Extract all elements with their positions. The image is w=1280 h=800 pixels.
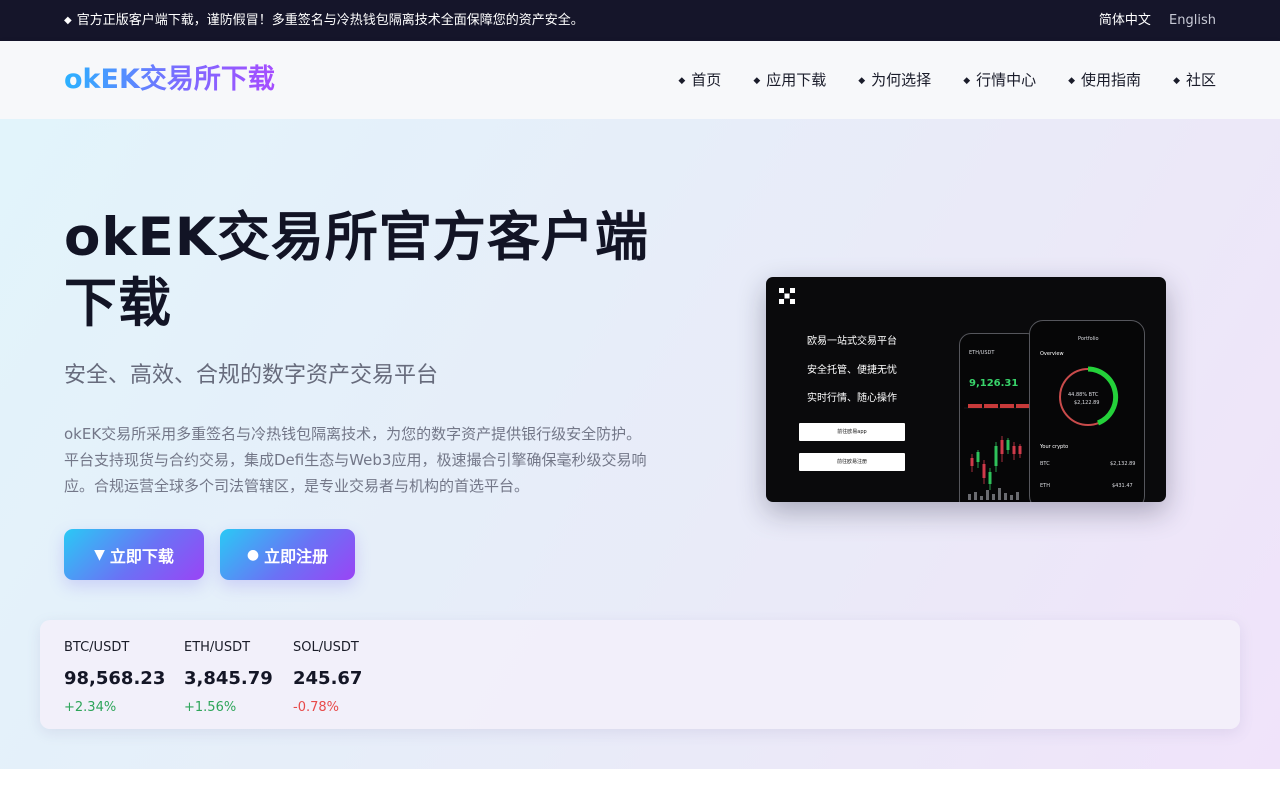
nav-label: 使用指南 [1081, 71, 1142, 89]
ticker-item-eth[interactable]: ETH/USDT 3,845.79 +1.56% [184, 640, 273, 716]
donut-percent: 44.88% BTC [1068, 392, 1099, 398]
notice-text: ◆ 官方正版客户端下载，谨防假冒！多重签名与冷热钱包隔离技术全面保障您的资产安全。 [64, 12, 584, 29]
overview-label: Overview [1040, 351, 1064, 357]
nav-label: 行情中心 [976, 71, 1037, 89]
download-button[interactable]: ▼ 立即下载 [64, 529, 204, 580]
ticker-change: -0.78% [293, 700, 339, 715]
register-button[interactable]: ● 立即注册 [220, 529, 355, 580]
ticker-pair: ETH/USDT [184, 640, 251, 655]
phone-price: 9,126.31 [969, 378, 1019, 389]
ticker-item-sol[interactable]: SOL/USDT 245.67 -0.78% [293, 640, 362, 716]
nav-label: 首页 [691, 71, 722, 89]
ticker-price: 245.67 [293, 668, 363, 689]
main-nav: ◆ 首页 ◆ 应用下载 ◆ 为何选择 ◆ 行情中心 ◆ 使用指南 ◆ 社区 [678, 70, 1216, 91]
nav-label: 为何选择 [871, 71, 932, 89]
market-ticker: BTC/USDT 98,568.23 +2.34% ETH/USDT 3,845… [40, 620, 1240, 729]
ticker-price: 98,568.23 [64, 668, 166, 689]
nav-label: 社区 [1185, 71, 1216, 89]
ticker-price: 3,845.79 [184, 668, 273, 689]
diamond-icon: ◆ [753, 76, 761, 86]
diamond-icon: ◆ [64, 15, 72, 26]
diamond-icon: ◆ [678, 76, 686, 86]
preview-slogan: 安全托管、便捷无忧 [807, 365, 897, 376]
preview-app-button: 前往欧易app [799, 423, 905, 441]
nav-label: 应用下载 [766, 71, 827, 89]
asset-symbol: BTC [1040, 461, 1050, 467]
portfolio-header: Portfolio [1078, 336, 1099, 342]
diamond-icon: ◆ [1173, 76, 1180, 86]
ticker-change: +2.34% [64, 700, 117, 715]
nav-item-home[interactable]: ◆ 首页 [678, 70, 721, 91]
hero-subtitle: 安全、高效、合规的数字资产交易平台 [64, 363, 439, 388]
language-switcher: 简体中文 English [1099, 12, 1216, 29]
notice-message: 官方正版客户端下载，谨防假冒！多重签名与冷热钱包隔离技术全面保障您的资产安全。 [76, 13, 584, 28]
phone-mockup-chart: ETH/USDT 9,126.31 [959, 333, 1039, 502]
lang-en-link[interactable]: English [1169, 13, 1216, 28]
asset-symbol: ETH [1040, 483, 1050, 489]
app-preview-image: 欧易一站式交易平台 安全托管、便捷无忧 实时行情、随心操作 前往欧易app 前往… [766, 277, 1166, 502]
triangle-down-icon: ▼ [94, 546, 105, 563]
page-bottom [0, 769, 1280, 800]
preview-slogan: 欧易一站式交易平台 [807, 336, 897, 347]
diamond-icon: ◆ [963, 76, 971, 86]
site-header: okEK交易所下载 ◆ 首页 ◆ 应用下载 ◆ 为何选择 ◆ 行情中心 ◆ 使用指南 ◆ 社… [0, 41, 1280, 119]
diamond-icon: ◆ [1068, 76, 1076, 86]
register-label: 立即注册 [264, 546, 329, 566]
nav-item-download[interactable]: ◆ 应用下载 [753, 70, 826, 91]
donut-value: $2,122.89 [1074, 400, 1100, 406]
ticker-pair: SOL/USDT [293, 640, 359, 655]
candlestick-chart-icon [964, 404, 1036, 500]
okx-logo-icon [779, 288, 795, 304]
ticker-change: +1.56% [184, 700, 237, 715]
nav-item-why[interactable]: ◆ 为何选择 [858, 70, 931, 91]
preview-register-button: 前往欧易注册 [799, 453, 905, 471]
asset-value: $431.47 [1112, 483, 1133, 489]
hero-title: okEK交易所官方客户端下载 [64, 207, 649, 334]
brand-logo[interactable]: okEK交易所下载 [64, 63, 275, 97]
nav-item-guide[interactable]: ◆ 使用指南 [1068, 70, 1141, 91]
nav-item-market[interactable]: ◆ 行情中心 [963, 70, 1036, 91]
top-notice-bar: ◆ 官方正版客户端下载，谨防假冒！多重签名与冷热钱包隔离技术全面保障您的资产安全。… [0, 0, 1280, 41]
diamond-icon: ◆ [858, 76, 866, 86]
ticker-pair: BTC/USDT [64, 640, 130, 655]
lang-zh-link[interactable]: 简体中文 [1099, 13, 1151, 28]
ticker-item-btc[interactable]: BTC/USDT 98,568.23 +2.34% [64, 640, 165, 716]
nav-item-community[interactable]: ◆ 社区 [1173, 70, 1216, 91]
phone-mockup-portfolio: Portfolio Overview 44.88% BTC $2,122.89 … [1029, 320, 1145, 502]
phone-pair: ETH/USDT [969, 350, 995, 356]
asset-value: $2,132.89 [1110, 461, 1136, 467]
preview-slogan: 实时行情、随心操作 [807, 393, 897, 404]
your-crypto-label: Your crypto [1040, 444, 1069, 450]
hero-description: okEK交易所采用多重签名与冷热钱包隔离技术，为您的数字资产提供银行级安全防护。… [64, 425, 647, 495]
download-label: 立即下载 [109, 546, 174, 566]
dot-icon: ● [246, 546, 260, 563]
